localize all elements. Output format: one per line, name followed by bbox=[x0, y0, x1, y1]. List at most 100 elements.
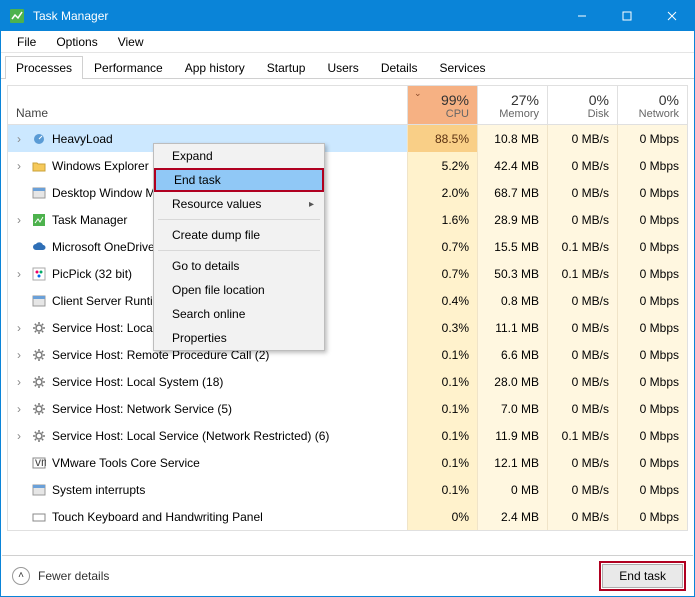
expand-toggle[interactable]: › bbox=[8, 402, 30, 416]
menu-item-create-dump-file[interactable]: Create dump file bbox=[154, 223, 324, 247]
disk-cell: 0 MB/s bbox=[547, 287, 617, 314]
process-row[interactable]: ›Service Host: Local Service (No Network… bbox=[8, 314, 687, 341]
gear-icon bbox=[30, 401, 48, 417]
tab-details[interactable]: Details bbox=[370, 56, 429, 79]
expand-toggle[interactable]: › bbox=[8, 375, 30, 389]
table-header: Name ⌄ 99% CPU 27% Memory 0% Disk 0% Net… bbox=[7, 85, 688, 125]
cpu-cell: 0.7% bbox=[407, 233, 477, 260]
expand-toggle[interactable]: › bbox=[8, 267, 30, 281]
chevron-up-icon: ˄ bbox=[12, 567, 30, 585]
process-row[interactable]: Desktop Window Manager2.0%68.7 MB0 MB/s0… bbox=[8, 179, 687, 206]
close-button[interactable] bbox=[649, 1, 694, 31]
column-name[interactable]: Name bbox=[8, 86, 407, 124]
network-cell: 0 Mbps bbox=[617, 287, 687, 314]
window-title: Task Manager bbox=[33, 9, 559, 23]
disk-cell: 0 MB/s bbox=[547, 206, 617, 233]
fewer-details-button[interactable]: ˄ Fewer details bbox=[12, 567, 109, 585]
process-name: Service Host: Network Service (5) bbox=[48, 402, 407, 416]
disk-cell: 0 MB/s bbox=[547, 314, 617, 341]
cloud-icon bbox=[30, 239, 48, 255]
process-row[interactable]: Touch Keyboard and Handwriting Panel0%2.… bbox=[8, 503, 687, 530]
disk-cell: 0.1 MB/s bbox=[547, 233, 617, 260]
cpu-cell: 1.6% bbox=[407, 206, 477, 233]
menu-item-go-to-details[interactable]: Go to details bbox=[154, 254, 324, 278]
tab-processes[interactable]: Processes bbox=[5, 56, 83, 79]
memory-cell: 15.5 MB bbox=[477, 233, 547, 260]
titlebar[interactable]: Task Manager bbox=[1, 1, 694, 31]
memory-cell: 6.6 MB bbox=[477, 341, 547, 368]
network-cell: 0 Mbps bbox=[617, 368, 687, 395]
cpu-cell: 0.1% bbox=[407, 422, 477, 449]
process-row[interactable]: ›Task Manager1.6%28.9 MB0 MB/s0 Mbps bbox=[8, 206, 687, 233]
context-menu: ExpandEnd taskResource values▸ Create dum… bbox=[153, 143, 325, 351]
window-icon bbox=[30, 482, 48, 498]
process-row[interactable]: ›HeavyLoad88.5%10.8 MB0 MB/s0 Mbps bbox=[8, 125, 687, 152]
column-disk[interactable]: 0% Disk bbox=[547, 86, 617, 124]
process-row[interactable]: ›Service Host: Remote Procedure Call (2)… bbox=[8, 341, 687, 368]
tab-startup[interactable]: Startup bbox=[256, 56, 317, 79]
window-icon bbox=[30, 185, 48, 201]
tab-strip: ProcessesPerformanceApp historyStartupUs… bbox=[1, 53, 694, 79]
footer: ˄ Fewer details End task bbox=[2, 555, 693, 595]
menu-options[interactable]: Options bbox=[46, 33, 107, 51]
gear-icon bbox=[30, 347, 48, 363]
sort-indicator-icon: ⌄ bbox=[414, 88, 422, 99]
network-cell: 0 Mbps bbox=[617, 503, 687, 530]
maximize-button[interactable] bbox=[604, 1, 649, 31]
expand-toggle[interactable]: › bbox=[8, 213, 30, 227]
memory-cell: 2.4 MB bbox=[477, 503, 547, 530]
disk-cell: 0 MB/s bbox=[547, 395, 617, 422]
gear-icon bbox=[30, 374, 48, 390]
process-row[interactable]: ›Service Host: Local Service (Network Re… bbox=[8, 422, 687, 449]
tm-icon bbox=[30, 212, 48, 228]
process-row[interactable]: ›Windows Explorer5.2%42.4 MB0 MB/s0 Mbps bbox=[8, 152, 687, 179]
network-cell: 0 Mbps bbox=[617, 125, 687, 152]
end-task-button[interactable]: End task bbox=[602, 564, 683, 588]
tab-services[interactable]: Services bbox=[429, 56, 497, 79]
picpick-icon bbox=[30, 266, 48, 282]
menubar: FileOptionsView bbox=[1, 31, 694, 53]
memory-cell: 68.7 MB bbox=[477, 179, 547, 206]
tab-performance[interactable]: Performance bbox=[83, 56, 174, 79]
tab-app-history[interactable]: App history bbox=[174, 56, 256, 79]
process-row[interactable]: ›PicPick (32 bit)0.7%50.3 MB0.1 MB/s0 Mb… bbox=[8, 260, 687, 287]
network-cell: 0 Mbps bbox=[617, 476, 687, 503]
tab-users[interactable]: Users bbox=[316, 56, 369, 79]
expand-toggle[interactable]: › bbox=[8, 321, 30, 335]
process-row[interactable]: Microsoft OneDrive0.7%15.5 MB0.1 MB/s0 M… bbox=[8, 233, 687, 260]
column-memory[interactable]: 27% Memory bbox=[477, 86, 547, 124]
menu-item-expand[interactable]: Expand bbox=[154, 144, 324, 168]
column-cpu[interactable]: ⌄ 99% CPU bbox=[407, 86, 477, 124]
cpu-cell: 0.1% bbox=[407, 341, 477, 368]
cpu-cell: 5.2% bbox=[407, 152, 477, 179]
expand-toggle[interactable]: › bbox=[8, 429, 30, 443]
svg-text:vm: vm bbox=[35, 456, 46, 469]
menu-file[interactable]: File bbox=[7, 33, 46, 51]
cpu-cell: 0.1% bbox=[407, 395, 477, 422]
menu-view[interactable]: View bbox=[108, 33, 154, 51]
column-network[interactable]: 0% Network bbox=[617, 86, 687, 124]
process-row[interactable]: System interrupts0.1%0 MB0 MB/s0 Mbps bbox=[8, 476, 687, 503]
memory-cell: 11.9 MB bbox=[477, 422, 547, 449]
process-row[interactable]: vmVMware Tools Core Service0.1%12.1 MB0 … bbox=[8, 449, 687, 476]
network-cell: 0 Mbps bbox=[617, 233, 687, 260]
disk-cell: 0 MB/s bbox=[547, 179, 617, 206]
menu-item-resource-values[interactable]: Resource values▸ bbox=[154, 192, 324, 216]
menu-item-properties[interactable]: Properties bbox=[154, 326, 324, 350]
expand-toggle[interactable]: › bbox=[8, 348, 30, 362]
memory-cell: 0.8 MB bbox=[477, 287, 547, 314]
cpu-cell: 2.0% bbox=[407, 179, 477, 206]
disk-cell: 0 MB/s bbox=[547, 341, 617, 368]
network-cell: 0 Mbps bbox=[617, 260, 687, 287]
expand-toggle[interactable]: › bbox=[8, 132, 30, 146]
menu-item-search-online[interactable]: Search online bbox=[154, 302, 324, 326]
expand-toggle[interactable]: › bbox=[8, 159, 30, 173]
process-row[interactable]: ›Service Host: Local System (18)0.1%28.0… bbox=[8, 368, 687, 395]
cpu-cell: 0.7% bbox=[407, 260, 477, 287]
process-row[interactable]: Client Server Runtime Process0.4%0.8 MB0… bbox=[8, 287, 687, 314]
menu-item-open-file-location[interactable]: Open file location bbox=[154, 278, 324, 302]
network-cell: 0 Mbps bbox=[617, 395, 687, 422]
menu-item-end-task[interactable]: End task bbox=[154, 168, 324, 192]
process-row[interactable]: ›Service Host: Network Service (5)0.1%7.… bbox=[8, 395, 687, 422]
minimize-button[interactable] bbox=[559, 1, 604, 31]
